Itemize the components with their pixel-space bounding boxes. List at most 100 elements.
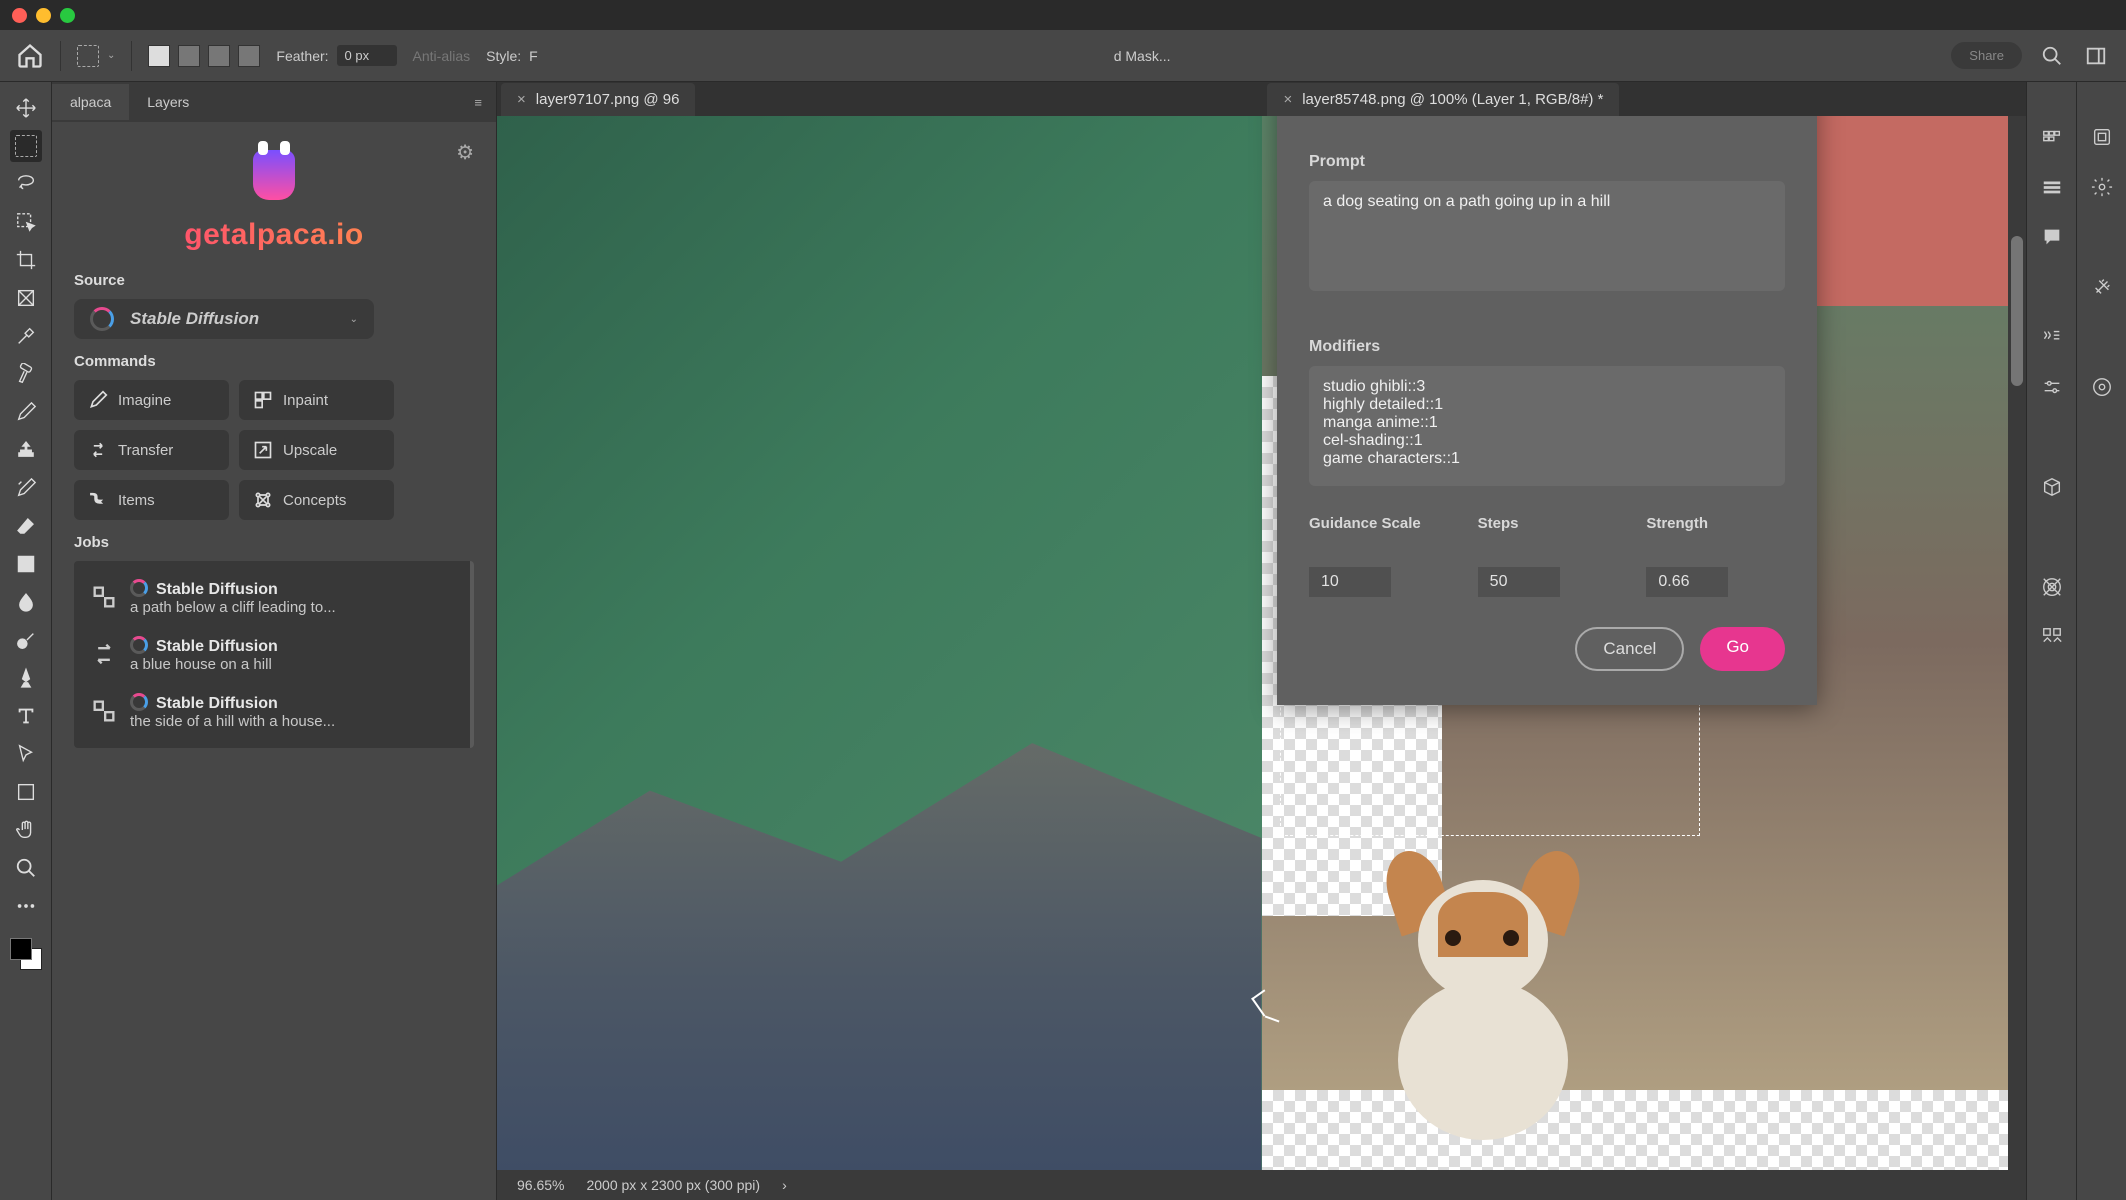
antialias-checkbox[interactable]: Anti-alias — [413, 48, 471, 64]
upscale-button[interactable]: Upscale — [239, 430, 394, 470]
chevron-down-icon: ⌄ — [350, 314, 358, 325]
marquee-tool-icon[interactable] — [10, 130, 42, 162]
inpaint-label: Inpaint — [283, 392, 328, 409]
brush-tool-icon[interactable] — [10, 396, 42, 428]
shape-tool-icon[interactable] — [10, 776, 42, 808]
transfer-button[interactable]: Transfer — [74, 430, 229, 470]
healing-brush-tool-icon[interactable] — [10, 358, 42, 390]
selection-mode-add[interactable] — [178, 45, 200, 67]
steps-label: Steps — [1478, 513, 1617, 557]
source-value: Stable Diffusion — [130, 309, 334, 329]
modifiers-input[interactable] — [1309, 366, 1785, 486]
actions-panel-icon[interactable] — [2087, 172, 2117, 202]
chevron-right-icon[interactable]: › — [782, 1177, 787, 1193]
inpaint-button[interactable]: Inpaint — [239, 380, 394, 420]
job-item[interactable]: Stable Diffusiona blue house on a hill — [78, 626, 466, 683]
pen-tool-icon[interactable] — [10, 662, 42, 694]
cancel-button[interactable]: Cancel — [1575, 627, 1684, 671]
marquee-preset-icon — [77, 45, 99, 67]
alpaca-panel: alpaca Layers ≡ ⚙ getalpaca.io Source St… — [52, 82, 497, 1200]
color-swatch[interactable] — [10, 938, 42, 970]
adjustments-panel-icon[interactable] — [2037, 372, 2067, 402]
close-tab-icon[interactable]: × — [517, 91, 526, 108]
home-icon[interactable] — [16, 42, 44, 70]
workspace-icon[interactable] — [2082, 42, 2110, 70]
items-button[interactable]: Items — [74, 480, 229, 520]
scrollbar-vertical[interactable] — [2008, 116, 2026, 1170]
job-item[interactable]: Stable Diffusionthe side of a hill with … — [78, 683, 466, 740]
upscale-label: Upscale — [283, 442, 337, 459]
dodge-tool-icon[interactable] — [10, 624, 42, 656]
type-tool-icon[interactable] — [10, 700, 42, 732]
zoom-level[interactable]: 96.65% — [517, 1177, 564, 1193]
document-tab[interactable]: ×layer85748.png @ 100% (Layer 1, RGB/8#)… — [1267, 83, 1619, 116]
marquee-tool-preset[interactable]: ⌄ — [77, 45, 115, 67]
go-button[interactable]: Go — [1700, 627, 1785, 671]
blur-tool-icon[interactable] — [10, 586, 42, 618]
close-tab-icon[interactable]: × — [1283, 91, 1292, 108]
selection-mode-intersect[interactable] — [238, 45, 260, 67]
tab-layers[interactable]: Layers — [129, 84, 207, 120]
generation-dialog: Selected Area 1024 x 1024 px Prompt Modi… — [1277, 116, 1817, 705]
canvas-area: × layer97107.png @ 96 ×layer85748.png @ 1… — [497, 82, 2026, 1200]
maximize-window-dot[interactable] — [60, 8, 75, 23]
frame-tool-icon[interactable] — [10, 282, 42, 314]
more-tools-icon[interactable] — [10, 890, 42, 922]
eyedropper-tool-icon[interactable] — [10, 320, 42, 352]
gradient-tool-icon[interactable] — [10, 548, 42, 580]
clone-stamp-tool-icon[interactable] — [10, 434, 42, 466]
selection-mode-new[interactable] — [148, 45, 170, 67]
job-item[interactable]: Stable Diffusiona path below a cliff lea… — [78, 569, 466, 626]
history-panel-icon[interactable] — [2087, 122, 2117, 152]
crop-tool-icon[interactable] — [10, 244, 42, 276]
steps-input[interactable]: 50 — [1478, 567, 1560, 597]
swatches-panel-icon[interactable] — [2037, 172, 2067, 202]
libraries-panel-icon[interactable] — [2037, 572, 2067, 602]
quick-select-tool-icon[interactable] — [10, 206, 42, 238]
job-desc: a blue house on a hill — [130, 656, 454, 673]
guidance-scale-input[interactable]: 10 — [1309, 567, 1391, 597]
paths-panel-icon[interactable] — [2087, 372, 2117, 402]
zoom-tool-icon[interactable] — [10, 852, 42, 884]
feather-input[interactable]: 0 px — [337, 45, 397, 66]
selection-mode-subtract[interactable] — [208, 45, 230, 67]
job-spinner-icon — [130, 579, 148, 597]
strength-input[interactable]: 0.66 — [1646, 567, 1728, 597]
select-and-mask-button[interactable]: d Mask... — [1114, 48, 1171, 64]
job-title: Stable Diffusion — [156, 638, 278, 655]
tab-alpaca[interactable]: alpaca — [52, 84, 129, 120]
comments-panel-icon[interactable] — [2037, 222, 2067, 252]
source-dropdown[interactable]: Stable Diffusion ⌄ — [74, 299, 374, 339]
document-dimensions: 2000 px x 2300 px (300 ppi) — [586, 1177, 760, 1193]
gear-icon[interactable]: ⚙ — [456, 140, 474, 165]
minimize-window-dot[interactable] — [36, 8, 51, 23]
jobs-label: Jobs — [74, 534, 474, 551]
job-type-icon — [90, 697, 118, 725]
close-window-dot[interactable] — [12, 8, 27, 23]
move-tool-icon[interactable] — [10, 92, 42, 124]
canvas-left[interactable] — [497, 116, 1262, 1170]
history-brush-tool-icon[interactable] — [10, 472, 42, 504]
brushes-panel-icon[interactable] — [2037, 322, 2067, 352]
hand-tool-icon[interactable] — [10, 814, 42, 846]
commands-label: Commands — [74, 353, 474, 370]
options-bar: ⌄ Feather: 0 px Anti-alias Style: F d Ma… — [0, 30, 2126, 82]
prompt-input[interactable] — [1309, 181, 1785, 291]
3d-panel-icon[interactable] — [2037, 472, 2067, 502]
document-tab[interactable]: × layer97107.png @ 96 — [501, 83, 695, 116]
eraser-tool-icon[interactable] — [10, 510, 42, 542]
properties-panel-icon[interactable] — [2037, 622, 2067, 652]
color-panel-icon[interactable] — [2037, 122, 2067, 152]
lasso-tool-icon[interactable] — [10, 168, 42, 200]
brand-text: getalpaca.io — [74, 218, 474, 252]
path-select-tool-icon[interactable] — [10, 738, 42, 770]
concepts-button[interactable]: Concepts — [239, 480, 394, 520]
panel-menu-icon[interactable]: ≡ — [460, 95, 496, 110]
imagine-button[interactable]: Imagine — [74, 380, 229, 420]
share-button[interactable]: Share — [1951, 42, 2022, 69]
style-dropdown[interactable]: F — [529, 48, 538, 64]
channels-panel-icon[interactable] — [2087, 272, 2117, 302]
document-tab-label: layer97107.png @ 96 — [536, 91, 680, 108]
search-icon[interactable] — [2038, 42, 2066, 70]
title-bar — [0, 0, 2126, 30]
